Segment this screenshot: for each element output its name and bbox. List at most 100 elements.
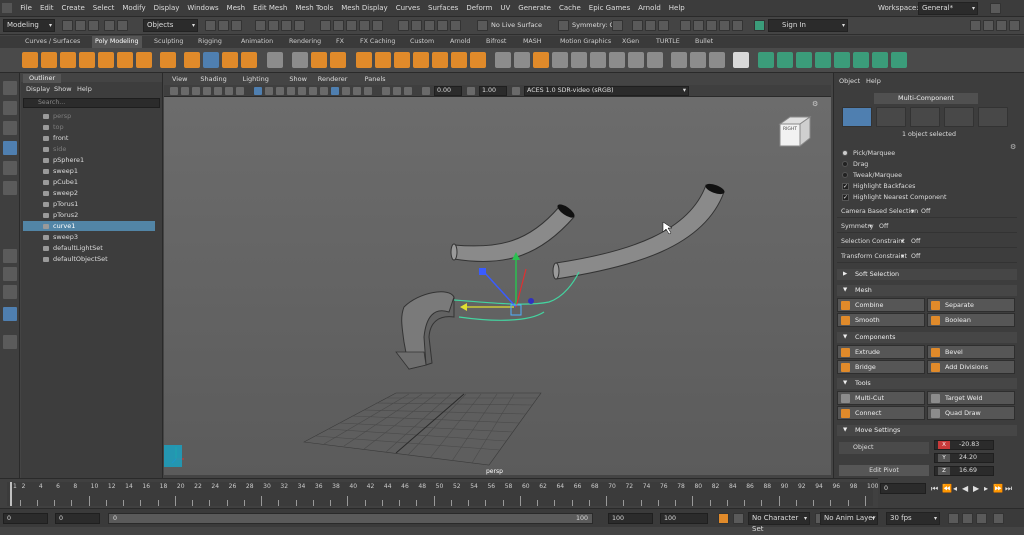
ipr-render-icon[interactable] <box>424 20 435 31</box>
vertex-mode-icon[interactable] <box>876 107 906 127</box>
attribute-editor-icon[interactable] <box>983 20 994 31</box>
viewport-menu-view[interactable]: View <box>172 73 187 85</box>
poly-cube-icon[interactable] <box>41 52 57 68</box>
highlight-backfaces-checkbox[interactable]: ✓ <box>842 183 849 190</box>
add-divisions-button[interactable]: Add Divisions <box>927 360 1015 374</box>
camera-icon[interactable] <box>632 20 643 31</box>
outliner-menu-display[interactable]: Display <box>26 85 50 93</box>
textured-icon[interactable] <box>287 87 295 95</box>
grid-toggle-icon[interactable] <box>214 87 222 95</box>
extrude-button[interactable]: Extrude <box>837 345 925 359</box>
poly-plane-icon[interactable] <box>117 52 133 68</box>
quad-draw-button[interactable]: Quad Draw <box>927 406 1015 420</box>
bevel-button[interactable]: Bevel <box>927 345 1015 359</box>
toggle-icon[interactable] <box>612 20 623 31</box>
depth-of-field-icon[interactable] <box>404 87 412 95</box>
paint-icon[interactable] <box>671 52 687 68</box>
snap-plane-icon[interactable] <box>359 20 370 31</box>
bridge-button[interactable]: Bridge <box>837 360 925 374</box>
step-back-key-icon[interactable]: ⏪ <box>942 484 952 493</box>
sign-in-dropdown[interactable]: Sign In ▾ <box>768 19 848 32</box>
outliner-item-front[interactable]: front <box>23 133 155 143</box>
smooth-button[interactable]: Smooth <box>837 313 925 327</box>
menu-arnold[interactable]: Arnold <box>634 0 665 17</box>
loop-icon[interactable] <box>948 513 959 524</box>
shelf-tab-bifrost[interactable]: Bifrost <box>483 36 509 48</box>
scale-tool-icon[interactable] <box>3 181 17 195</box>
shelf-tab-rendering[interactable]: Rendering <box>286 36 324 48</box>
film-gate-icon[interactable] <box>225 87 233 95</box>
save-scene-icon[interactable] <box>88 20 99 31</box>
outliner-item-pcube1[interactable]: pCube1 <box>23 177 155 187</box>
playback-start-field[interactable]: 0 <box>55 513 100 524</box>
selection-mask-dropdown[interactable]: Objects ▾ <box>143 19 198 32</box>
redo-icon[interactable] <box>117 20 128 31</box>
lasso-icon[interactable] <box>3 101 17 115</box>
planar-map-icon[interactable] <box>758 52 774 68</box>
open-scene-icon[interactable] <box>75 20 86 31</box>
multi-cut-button[interactable]: Multi-Cut <box>837 391 925 405</box>
select-object-icon[interactable] <box>218 20 229 31</box>
viewport-menu-lighting[interactable]: Lighting <box>243 73 269 85</box>
shelf-tab-arnold[interactable]: Arnold <box>447 36 473 48</box>
select-face-icon[interactable] <box>281 20 292 31</box>
current-frame-field[interactable]: 0 <box>880 483 926 494</box>
camera-attributes-icon[interactable] <box>181 87 189 95</box>
select-camera-icon[interactable] <box>170 87 178 95</box>
play-forward-icon[interactable]: ▶ <box>973 484 979 493</box>
layout-uv-icon[interactable] <box>853 52 869 68</box>
live-surface-icon[interactable] <box>477 20 488 31</box>
orbit-icon[interactable] <box>658 20 669 31</box>
anim-layer-dropdown[interactable]: No Anim Layer ▾ <box>820 512 878 525</box>
new-scene-icon[interactable] <box>62 20 73 31</box>
step-forward-frame-icon[interactable]: ▸ <box>984 484 988 493</box>
playhead[interactable] <box>10 482 12 506</box>
gamma-icon[interactable] <box>467 87 475 95</box>
menu-generate[interactable]: Generate <box>514 0 555 17</box>
menu-deform[interactable]: Deform <box>462 0 496 17</box>
pick-marquee-radio[interactable] <box>842 150 848 156</box>
shelf-tab-custom[interactable]: Custom <box>407 36 437 48</box>
poly-platonic-icon[interactable] <box>160 52 176 68</box>
combine-button[interactable]: Combine <box>837 298 925 312</box>
search-icon[interactable] <box>3 335 17 349</box>
move-z-field[interactable]: Z 16.69 <box>934 466 994 476</box>
viewport-menu-panels[interactable]: Panels <box>365 73 386 85</box>
outliner-item-sweep3[interactable]: sweep3 <box>23 232 155 242</box>
play-backward-icon[interactable]: ◀ <box>962 484 968 493</box>
image-plane-icon[interactable] <box>203 87 211 95</box>
character-set-dropdown[interactable]: No Character Set ▾ <box>748 512 810 533</box>
object-mode-icon[interactable] <box>842 107 872 127</box>
center-pivot-icon[interactable] <box>733 52 749 68</box>
multi-component-button[interactable]: Multi-Component <box>874 93 978 104</box>
outliner-item-defaultobjectset[interactable]: defaultObjectSet <box>23 254 155 264</box>
spherical-map-icon[interactable] <box>815 52 831 68</box>
step-back-frame-icon[interactable]: ◂ <box>953 484 957 493</box>
playback-settings-icon[interactable] <box>976 513 987 524</box>
range-bar[interactable]: 0 100 <box>108 513 593 524</box>
select-edge-icon[interactable] <box>268 20 279 31</box>
view-transform-dropdown[interactable]: ACES 1.0 SDR-video (sRGB) ▾ <box>524 86 689 96</box>
snap-point-icon[interactable] <box>346 20 357 31</box>
poly-cone-icon[interactable] <box>79 52 95 68</box>
move-x-field[interactable]: X -20.83 <box>934 440 994 450</box>
outliner-item-top[interactable]: top <box>23 122 155 132</box>
text-type-icon[interactable] <box>222 52 238 68</box>
character-set-icon[interactable] <box>733 513 744 524</box>
step-forward-key-icon[interactable]: ⏩ <box>993 484 1003 493</box>
go-to-start-icon[interactable]: ⏮ <box>931 484 938 494</box>
menu-display[interactable]: Display <box>150 0 184 17</box>
smooth-shade-icon[interactable] <box>265 87 273 95</box>
menu-mesh-tools[interactable]: Mesh Tools <box>291 0 337 17</box>
shelf-tab-curves-surfaces[interactable]: Curves / Surfaces <box>22 36 83 48</box>
outliner-item-curve1[interactable]: curve1 <box>23 221 155 231</box>
mirror-icon[interactable] <box>552 52 568 68</box>
super-shape-icon[interactable] <box>184 52 200 68</box>
poly-cylinder-icon[interactable] <box>60 52 76 68</box>
auto-map-icon[interactable] <box>777 52 793 68</box>
cut-icon[interactable] <box>693 20 704 31</box>
separate-button[interactable]: Separate <box>927 298 1015 312</box>
viewport-menu-show[interactable]: Show <box>289 73 307 85</box>
symmetry-icon[interactable] <box>558 20 569 31</box>
mesh-section-header[interactable]: ▼ Mesh <box>837 285 1017 296</box>
